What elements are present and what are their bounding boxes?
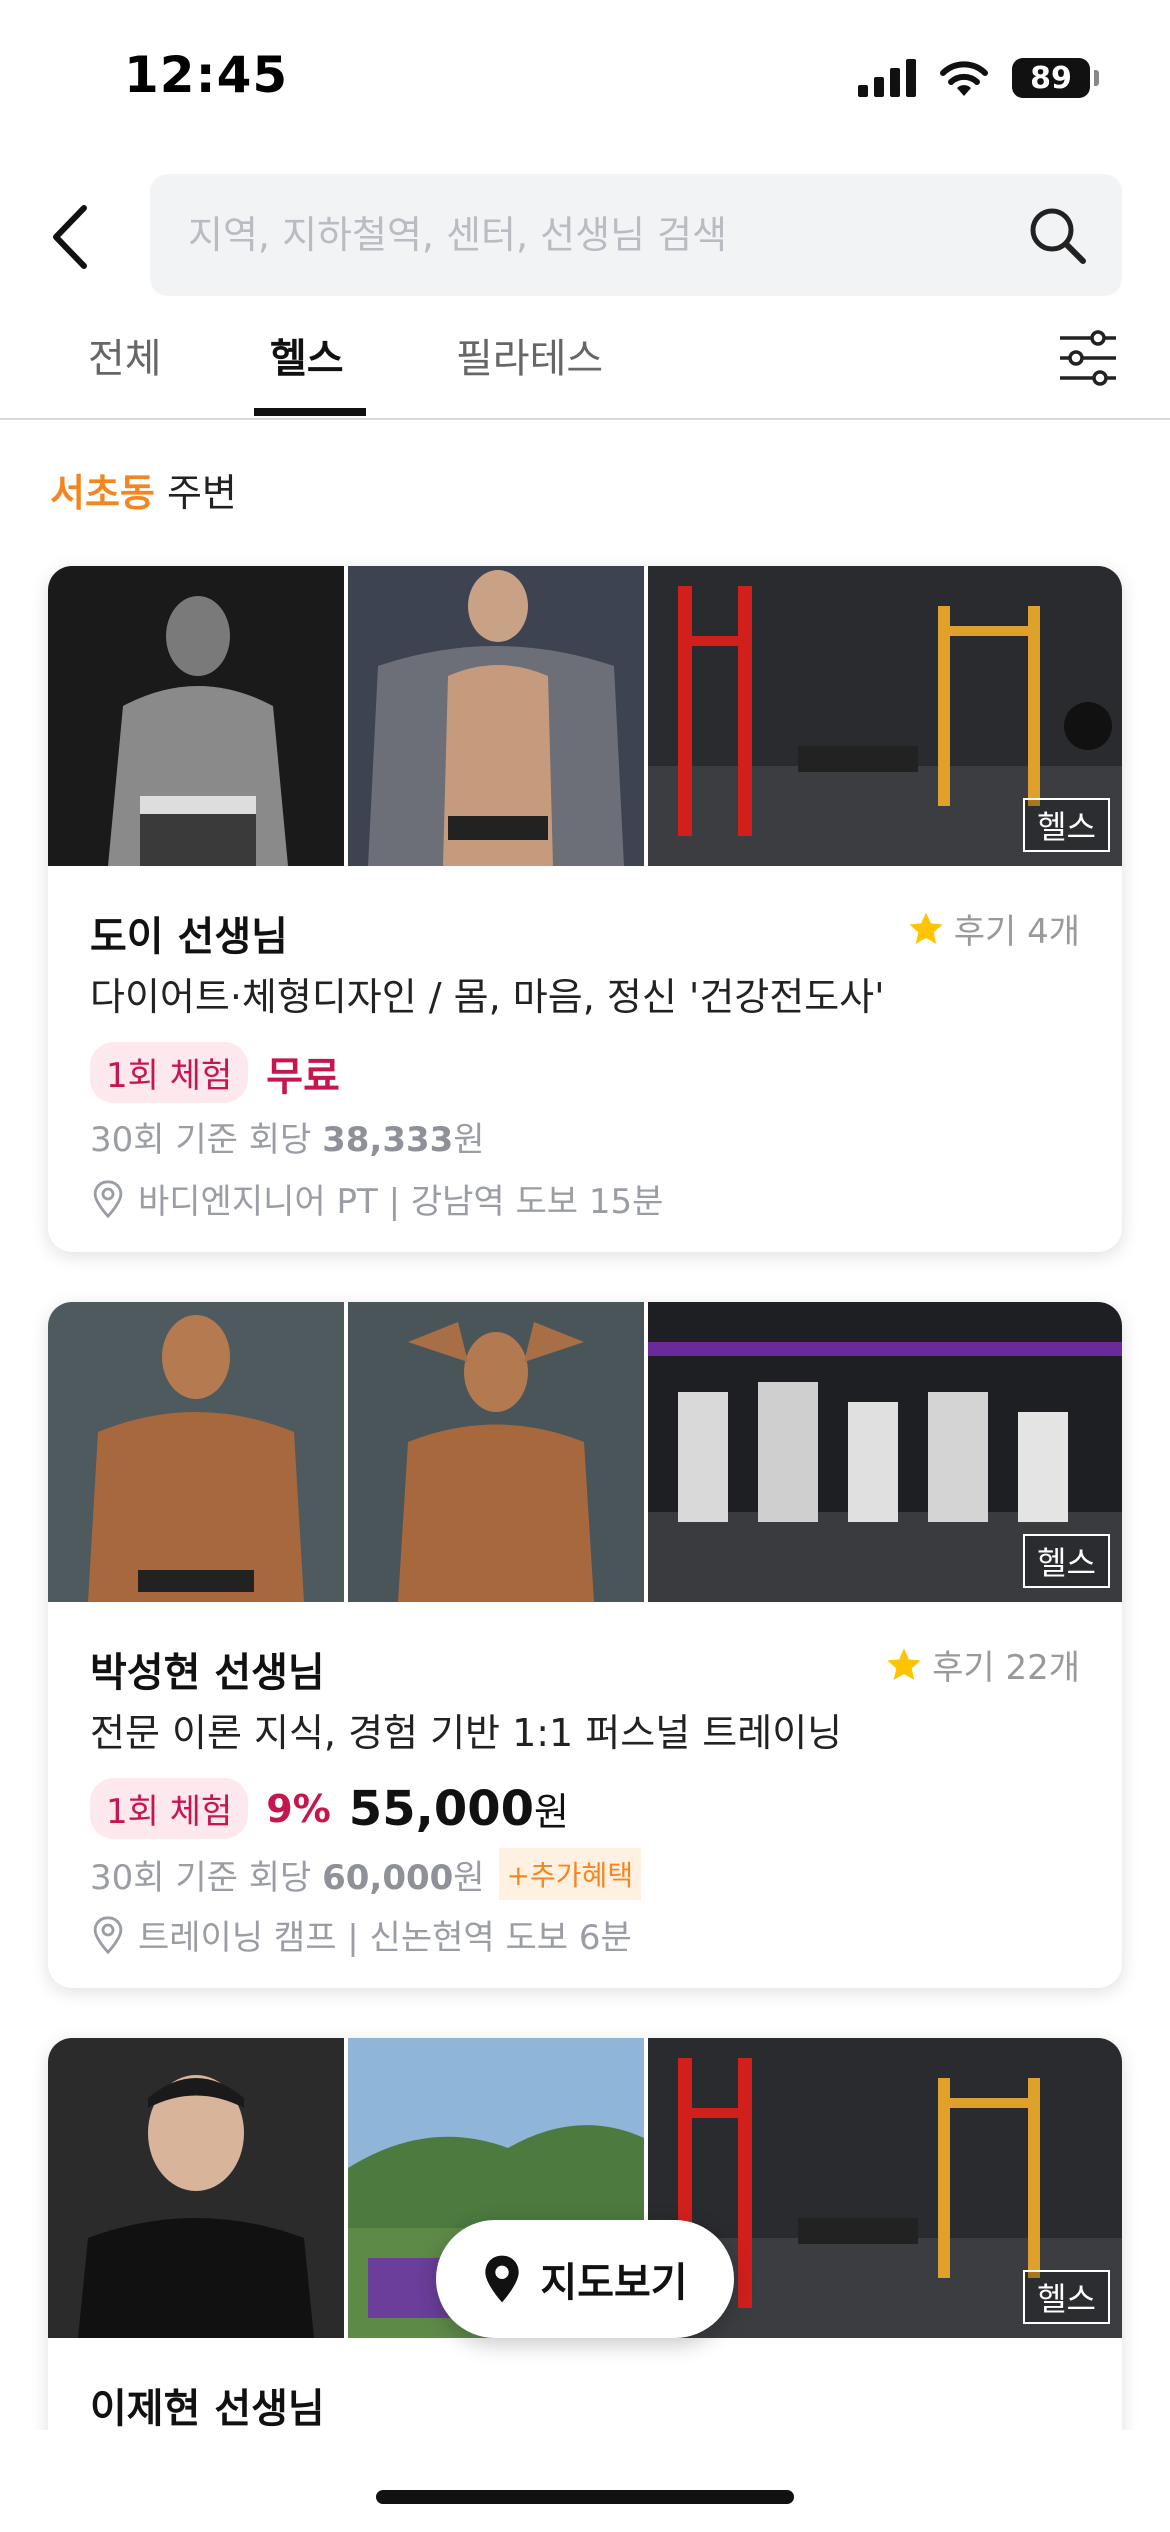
signal-icon <box>858 59 916 97</box>
trainer-headline: 다이어트·체형디자인 / 몸, 마음, 정신 '건강전도사' <box>90 975 885 1019</box>
per-session-value: 38,333 <box>322 1120 454 1160</box>
per-session-unit: 원 <box>453 1120 485 1160</box>
extra-benefit-badge: +추가혜택 <box>498 1848 642 1900</box>
search-input[interactable] <box>188 174 1008 296</box>
status-bar: 12:45 89 <box>0 0 1170 150</box>
card-photos: 헬스 <box>48 566 1122 866</box>
wifi-icon <box>940 61 988 96</box>
trainer-photo <box>348 1302 644 1602</box>
battery-level: 89 <box>1030 60 1072 96</box>
star-icon <box>887 1647 921 1680</box>
status-icons: 89 <box>858 56 1099 100</box>
per-session-unit: 원 <box>453 1857 485 1898</box>
price-row: 1회 체험 무료 <box>90 1042 340 1103</box>
per-session-price: 30회 기준 회당 60,000원 +추가혜택 <box>90 1848 642 1900</box>
map-pin-icon <box>93 1179 123 1218</box>
trial-badge: 1회 체험 <box>90 1778 249 1839</box>
tab-health[interactable]: 헬스 <box>270 326 344 418</box>
price-unit: 원 <box>534 1789 569 1834</box>
gym-photo: 헬스 <box>648 566 1122 866</box>
active-tab-indicator <box>254 408 366 416</box>
bottom-safe-area <box>0 2430 1170 2532</box>
place-info: 트레이닝 캠프 | 신논현역 도보 6분 <box>90 1910 632 1959</box>
map-pin-icon <box>485 2255 520 2303</box>
search-header <box>0 174 1170 298</box>
trainer-photo <box>48 566 344 866</box>
trainer-card[interactable]: 헬스 박성현 선생님 후기 22개 전문 이론 지식, 경험 기반 1:1 퍼스… <box>48 1302 1122 1988</box>
per-session-price: 30회 기준 회당 38,333원 <box>90 1112 485 1161</box>
star-icon <box>909 911 943 944</box>
trainer-card[interactable]: 헬스 도이 선생님 후기 4개 다이어트·체형디자인 / 몸, 마음, 정신 '… <box>48 566 1122 1252</box>
per-session-prefix: 30회 기준 회당 <box>90 1120 323 1160</box>
category-tabs: 전체 헬스 필라테스 <box>0 320 1170 420</box>
trial-badge: 1회 체험 <box>90 1042 249 1103</box>
card-photos: 헬스 <box>48 1302 1122 1602</box>
trainer-headline: 전문 이론 지식, 경험 기반 1:1 퍼스널 트레이닝 <box>90 1711 843 1755</box>
search-icon[interactable] <box>1026 204 1088 266</box>
trainer-photo <box>48 1302 344 1602</box>
filter-icon[interactable] <box>1058 328 1118 388</box>
review-label: 후기 22개 <box>932 1648 1080 1688</box>
price-value: 55,000 <box>348 1780 535 1837</box>
location-label: 서초동 주변 <box>50 462 237 517</box>
gym-photo: 헬스 <box>648 1302 1122 1602</box>
battery-icon: 89 <box>1012 58 1099 98</box>
trainer-photo <box>48 2038 344 2338</box>
map-pin-icon <box>93 1915 123 1954</box>
screen: 12:45 89 지역, 지하철역, 센터, 선생님 검색 전체 헬스 필라테스… <box>0 0 1170 2532</box>
trainer-name: 박성현 선생님 <box>90 1650 325 1696</box>
category-badge: 헬스 <box>1023 798 1110 852</box>
review-label: 후기 4개 <box>953 912 1080 952</box>
place-label: 트레이닝 캠프 | 신논현역 도보 6분 <box>138 1918 632 1958</box>
map-view-label: 지도보기 <box>540 2260 688 2306</box>
price-row: 1회 체험 9% 55,000원 <box>90 1778 569 1839</box>
discount-rate: 9% <box>266 1786 331 1831</box>
category-badge: 헬스 <box>1023 2270 1110 2324</box>
search-box[interactable] <box>150 174 1122 296</box>
per-session-prefix: 30회 기준 회당 <box>90 1857 323 1898</box>
tab-pilates[interactable]: 필라테스 <box>456 326 603 418</box>
status-time: 12:45 <box>124 46 289 104</box>
chevron-left-icon <box>53 205 87 269</box>
map-view-button[interactable]: 지도보기 <box>436 2220 734 2338</box>
location-area: 서초동 <box>50 471 155 515</box>
trial-price: 무료 <box>266 1053 340 1100</box>
trainer-name: 도이 선생님 <box>90 914 288 960</box>
place-info: 바디엔지니어 PT | 강남역 도보 15분 <box>90 1174 663 1223</box>
review-count: 후기 22개 <box>884 1640 1080 1689</box>
category-badge: 헬스 <box>1023 1534 1110 1588</box>
place-label: 바디엔지니어 PT | 강남역 도보 15분 <box>138 1182 664 1222</box>
home-indicator[interactable] <box>376 2490 794 2504</box>
trainer-photo <box>348 566 644 866</box>
trainer-name: 이제현 선생님 <box>90 2386 325 2432</box>
trial-price: 55,000원 <box>349 1781 569 1837</box>
per-session-value: 60,000 <box>322 1857 454 1898</box>
location-suffix: 주변 <box>154 471 237 515</box>
back-button[interactable] <box>40 204 100 270</box>
tab-all[interactable]: 전체 <box>88 326 162 418</box>
review-count: 후기 4개 <box>906 904 1080 953</box>
